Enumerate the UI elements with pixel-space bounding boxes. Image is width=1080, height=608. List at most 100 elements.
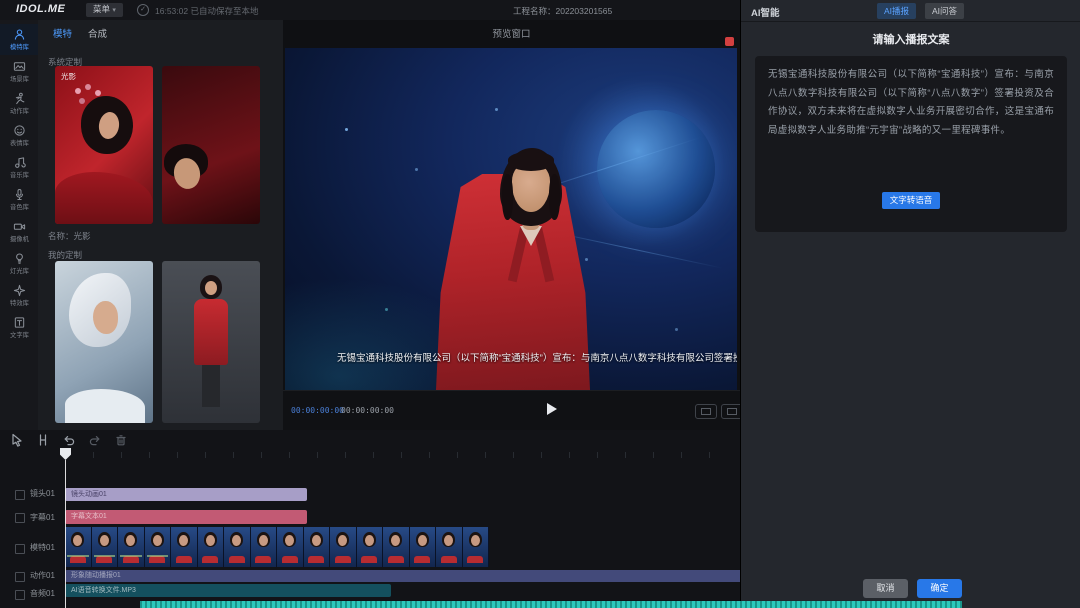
track-label-camera: 镜头01 [30, 488, 55, 499]
headdress-decor [75, 88, 81, 94]
video-subtitle: 无锡宝通科技股份有限公司（以下简称“宝通科技”）宣布：与南京八点八数字科技有限公… [285, 350, 737, 364]
track-label-model: 模特01 [30, 542, 55, 553]
selected-model-name: 名称：光影 [48, 230, 91, 242]
sidebar-item-lights[interactable]: 灯光库 [0, 248, 38, 279]
app-logo: IDOL.ME [16, 3, 65, 15]
run-icon [13, 92, 26, 105]
saved-check-icon: ✓ [137, 4, 149, 16]
project-name: 工程名称：202203201565 [513, 5, 612, 17]
track-label-motion: 动作01 [30, 570, 55, 581]
timeline-ruler[interactable] [65, 452, 737, 458]
chevron-down-icon: ▾ [112, 7, 116, 14]
filmstrip-frame [92, 527, 119, 567]
digital-human-figure [418, 98, 608, 390]
track-label-subtitle: 字幕01 [30, 512, 55, 523]
sidebar-item-camera[interactable]: 摄像机 [0, 216, 38, 247]
preview-area: 预览窗口 无锡宝通科技股份有限公司（以下简称“宝通科技”）宣布：与南京八点八数字… [283, 20, 740, 430]
filmstrip-frame [357, 527, 384, 567]
track-type-icon [15, 513, 25, 523]
card-tag: 光影 [61, 71, 76, 82]
camera-icon [13, 220, 26, 233]
microphone-icon [13, 188, 26, 201]
model-card-guangying[interactable]: 光影 [55, 66, 153, 224]
sidebar-item-text[interactable]: 文字库 [0, 312, 38, 343]
fullscreen-icon [727, 408, 737, 415]
track-type-icon [15, 572, 25, 582]
tab-ai-qa[interactable]: AI问答 [925, 3, 964, 19]
filmstrip-frame [65, 527, 92, 567]
filmstrip-frame [224, 527, 251, 567]
aspect-ratio-button[interactable] [695, 404, 717, 419]
confirm-button[interactable]: 确定 [917, 579, 962, 598]
sidebar-item-voices[interactable]: 音色库 [0, 184, 38, 215]
undo-button[interactable] [62, 433, 78, 449]
track-label-audio: 音频01 [30, 588, 55, 599]
tts-button[interactable]: 文字转语音 [882, 192, 940, 209]
filmstrip-frame [383, 527, 410, 567]
sidebar-item-actions[interactable]: 动作库 [0, 88, 38, 119]
bulb-icon [13, 252, 26, 265]
sidebar-item-models[interactable]: 模特库 [0, 24, 38, 55]
sidebar-item-expressions[interactable]: 表情库 [0, 120, 38, 151]
filmstrip-frame [171, 527, 198, 567]
save-status: 16:53:02 已自动保存至本地 [155, 5, 258, 17]
model-filmstrip[interactable] [65, 527, 489, 567]
track-type-icon [15, 490, 25, 500]
sidebar-item-music[interactable]: 音乐库 [0, 152, 38, 183]
filmstrip-frame [251, 527, 278, 567]
filmstrip-frame [410, 527, 437, 567]
timeline-area: 镜头01 镜头动画01 字幕01 字幕文本01 模特01 动作01 形象随动播报… [0, 430, 740, 608]
audio-waveform-strip[interactable] [140, 601, 962, 608]
clip-audio-mp3[interactable]: AI语音转换文件.MP3 [65, 584, 391, 597]
scene-icon [13, 60, 26, 73]
app-window: IDOL.ME 菜单 ▾ ✓ 16:53:02 已自动保存至本地 工程名称：20… [0, 0, 1080, 608]
trash-button[interactable] [114, 433, 130, 449]
custom-card-redsuit[interactable] [162, 261, 260, 423]
sidebar-item-scenes[interactable]: 场景库 [0, 56, 38, 87]
record-indicator [725, 37, 734, 46]
sparkle-icon [13, 284, 26, 297]
tab-ai-broadcast[interactable]: AI播报 [877, 3, 916, 19]
cancel-button[interactable]: 取消 [863, 579, 908, 598]
filmstrip-frame [277, 527, 304, 567]
tab-models[interactable]: 模特 [53, 26, 72, 40]
filmstrip-frame [118, 527, 145, 567]
sidebar-item-effects[interactable]: 特效库 [0, 280, 38, 311]
clip-motion-broadcast[interactable]: 形象随动播报01 [65, 570, 743, 582]
left-icon-rail: 模特库 场景库 动作库 表情库 音乐库 音色库 摄像机 灯光库 [0, 20, 39, 430]
aspect-ratio-icon [701, 408, 711, 415]
redo-button[interactable] [88, 433, 104, 449]
preview-controls: 00:00:00:00 00:00:00:00 [283, 390, 740, 431]
preview-title: 预览窗口 [283, 26, 740, 40]
section-title-mine: 我的定制 [48, 249, 82, 261]
text-doc-icon [13, 316, 26, 329]
clip-subtitle-text[interactable]: 字幕文本01 [65, 510, 307, 524]
filmstrip-frame [436, 527, 463, 567]
ai-panel: AI智能 AI播报 AI问答 请输入播报文案 无锡宝通科技股份有限公司（以下简称… [740, 0, 1080, 608]
library-panel: 模特 合成 系统定制 光影 名称：光影 我的定制 [38, 20, 284, 430]
model-card-dark[interactable] [162, 66, 260, 224]
prompt-title: 请输入播报文案 [741, 31, 1080, 47]
menu-button[interactable]: 菜单 ▾ [86, 3, 123, 17]
filmstrip-frame [304, 527, 331, 567]
video-canvas: 无锡宝通科技股份有限公司（以下简称“宝通科技”）宣布：与南京八点八数字科技有限公… [285, 48, 737, 390]
ai-panel-title: AI智能 [751, 5, 780, 19]
razor-tool-button[interactable] [36, 433, 52, 449]
person-icon [13, 28, 26, 41]
play-button[interactable] [547, 403, 557, 415]
playhead-handle[interactable] [60, 448, 71, 460]
custom-card-silver[interactable] [55, 261, 153, 423]
filmstrip-frame [198, 527, 225, 567]
music-note-icon [13, 156, 26, 169]
filmstrip-frame [145, 527, 172, 567]
track-type-icon [15, 590, 25, 600]
filmstrip-frame [330, 527, 357, 567]
earth-globe-graphic [597, 110, 715, 228]
tab-composite[interactable]: 合成 [88, 26, 107, 40]
select-tool-button[interactable] [10, 433, 26, 449]
timecode-total: 00:00:00:00 [341, 406, 394, 415]
timecode-current: 00:00:00:00 [291, 406, 344, 415]
clip-camera-animation[interactable]: 镜头动画01 [65, 488, 307, 501]
particle-dots [345, 128, 348, 131]
filmstrip-frame [463, 527, 490, 567]
